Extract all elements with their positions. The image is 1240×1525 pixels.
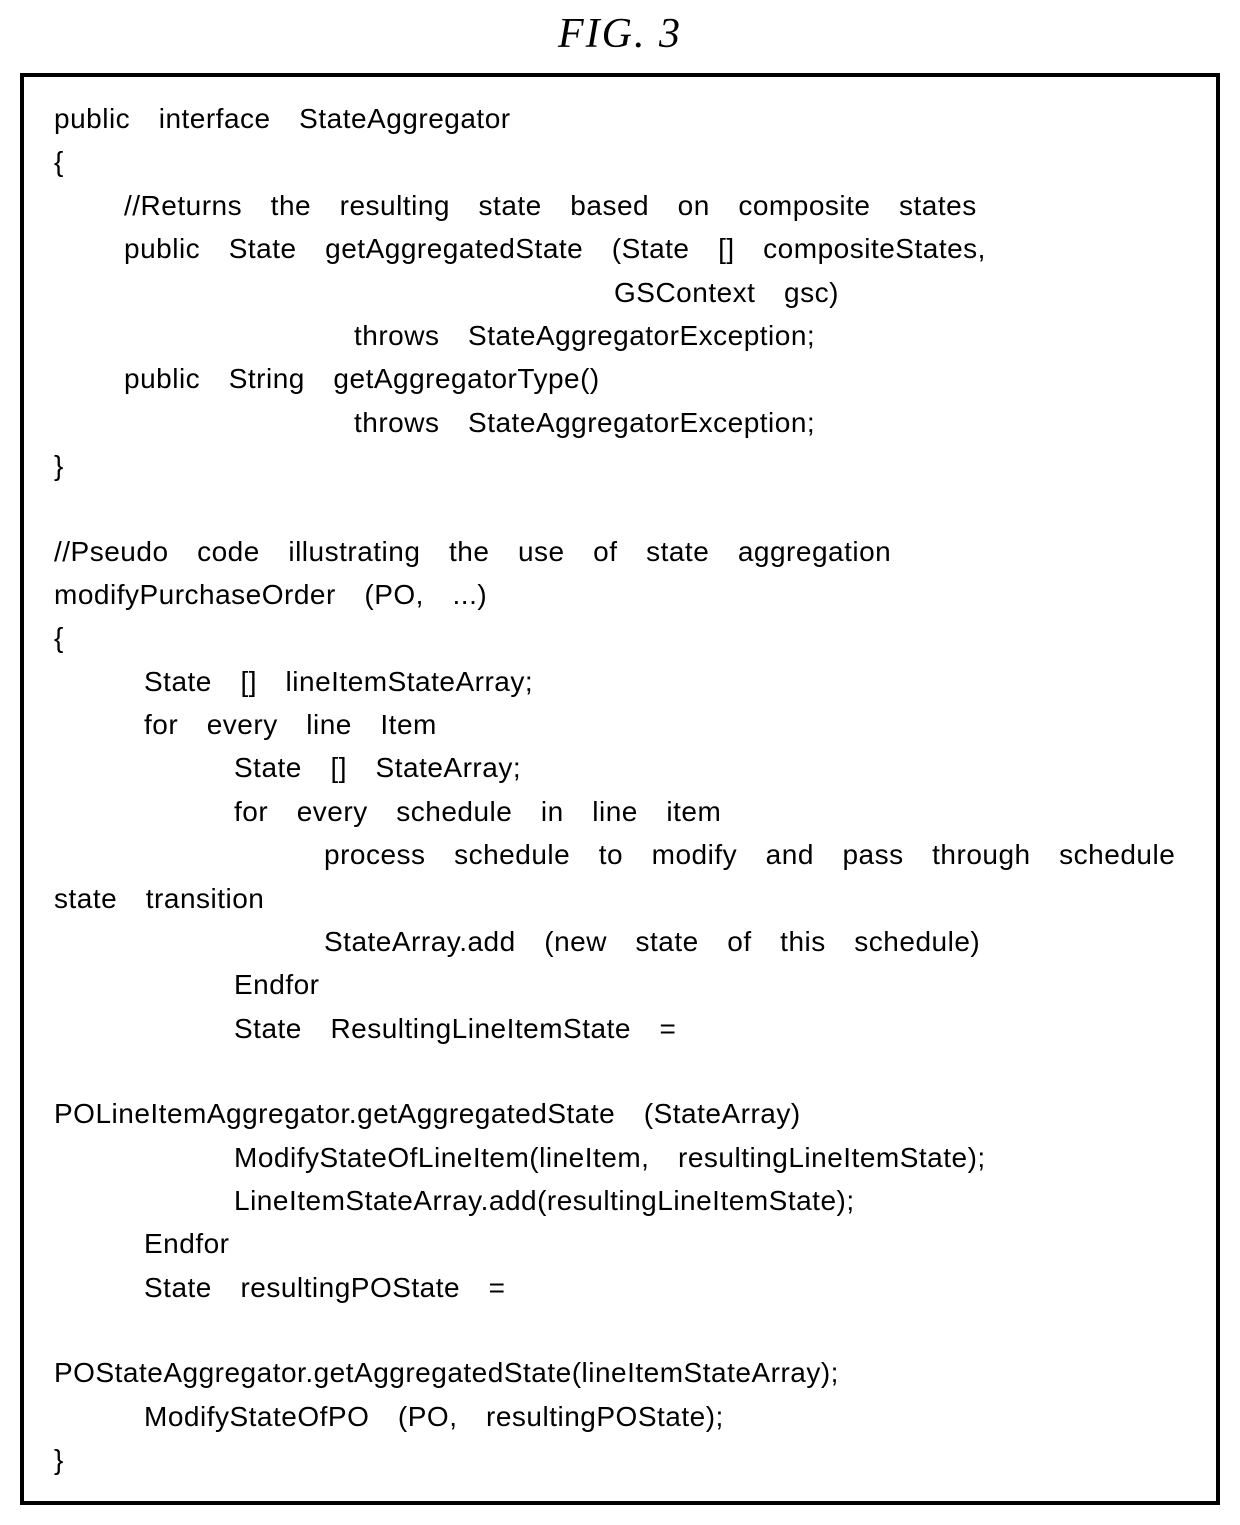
code-line: process schedule to modify and pass thro… — [54, 833, 1186, 876]
blank-line — [54, 1050, 1186, 1092]
code-line: GSContext gsc) — [54, 271, 1186, 314]
code-line: public State getAggregatedState (State [… — [54, 227, 1186, 270]
code-line: public String getAggregatorType() — [54, 357, 1186, 400]
code-line: ModifyStateOfLineItem(lineItem, resultin… — [54, 1136, 1186, 1179]
code-line: { — [54, 140, 1186, 183]
code-line: Endfor — [54, 963, 1186, 1006]
code-line: State [] StateArray; — [54, 746, 1186, 789]
code-line: modifyPurchaseOrder (PO, ...) — [54, 573, 1186, 616]
code-line: { — [54, 616, 1186, 659]
code-line: //Pseudo code illustrating the use of st… — [54, 530, 1186, 573]
code-line: State ResultingLineItemState = — [54, 1007, 1186, 1050]
code-line: LineItemStateArray.add(resultingLineItem… — [54, 1179, 1186, 1222]
code-line: POLineItemAggregator.getAggregatedState … — [54, 1092, 1186, 1135]
code-line: throws StateAggregatorException; — [54, 401, 1186, 444]
code-line: StateArray.add (new state of this schedu… — [54, 920, 1186, 963]
code-line: for every line Item — [54, 703, 1186, 746]
code-listing: public interface StateAggregator { //Ret… — [20, 73, 1220, 1505]
code-line: for every schedule in line item — [54, 790, 1186, 833]
code-line: public interface StateAggregator — [54, 97, 1186, 140]
code-line: POStateAggregator.getAggregatedState(lin… — [54, 1351, 1186, 1394]
code-line: State [] lineItemStateArray; — [54, 660, 1186, 703]
blank-line — [54, 1309, 1186, 1351]
code-line: //Returns the resulting state based on c… — [54, 184, 1186, 227]
figure-title: FIG. 3 — [0, 10, 1240, 58]
code-line: throws StateAggregatorException; — [54, 314, 1186, 357]
code-line: state transition — [54, 877, 1186, 920]
code-line: State resultingPOState = — [54, 1266, 1186, 1309]
code-line: Endfor — [54, 1222, 1186, 1265]
blank-line — [54, 488, 1186, 530]
code-line: ModifyStateOfPO (PO, resultingPOState); — [54, 1395, 1186, 1438]
code-line: } — [54, 444, 1186, 487]
code-line: } — [54, 1438, 1186, 1481]
